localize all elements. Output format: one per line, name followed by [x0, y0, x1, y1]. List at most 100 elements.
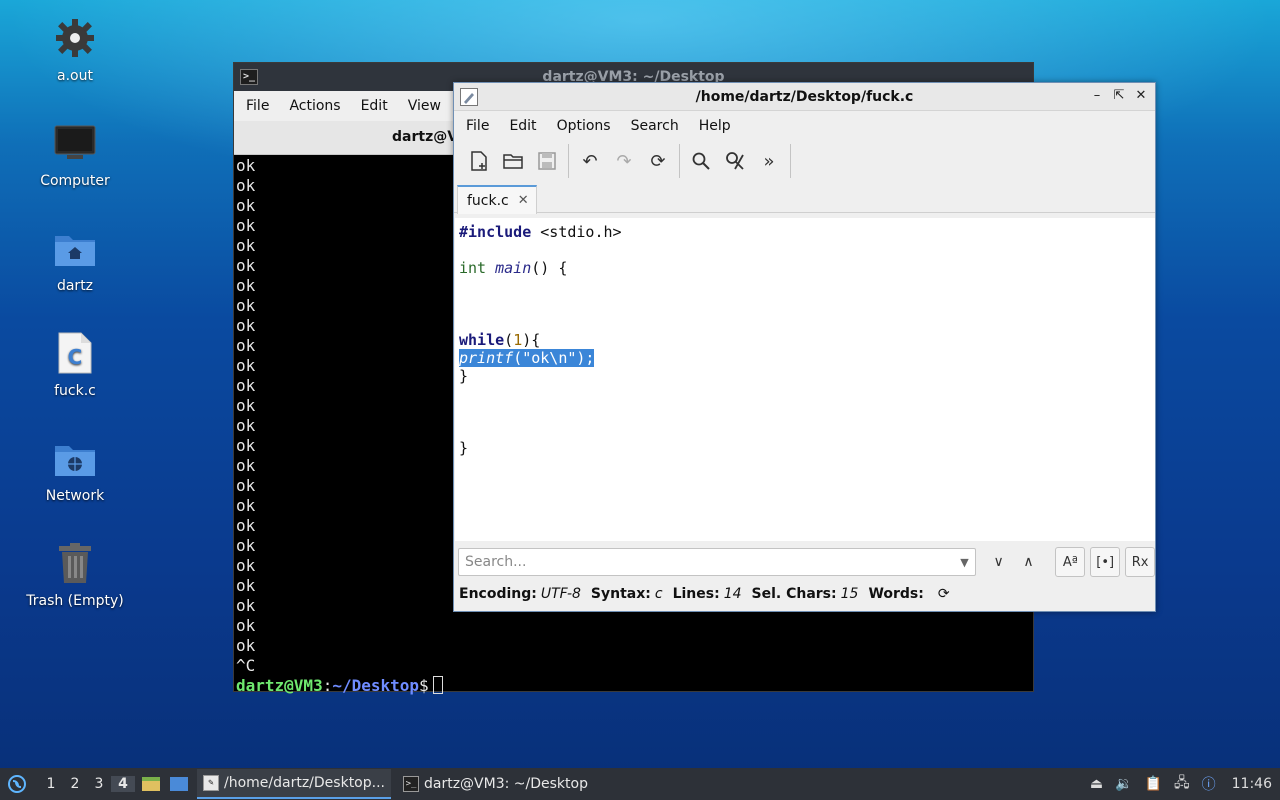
match-case-icon[interactable]: Aª [1055, 547, 1086, 577]
tab-fuck-c[interactable]: fuck.c ✕ [457, 185, 537, 214]
editor-menu-file[interactable]: File [456, 118, 499, 134]
desktop-icon-computer[interactable]: Computer [20, 119, 130, 209]
editor-app-icon [460, 87, 478, 106]
editor-title: /home/dartz/Desktop/fuck.c [695, 88, 914, 105]
tab-label: fuck.c [467, 192, 509, 209]
task-terminal-label: dartz@VM3: ~/Desktop [424, 776, 588, 792]
prompt-user: dartz@VM3 [236, 676, 323, 695]
code-editor-area[interactable]: #include <stdio.h> int main() { while(1)… [455, 218, 1155, 541]
search-placeholder: Search... [465, 554, 527, 570]
desktop-icon-trash[interactable]: Trash (Empty) [20, 539, 130, 629]
prompt-char: $ [419, 676, 429, 695]
toolbar-separator [679, 144, 680, 178]
terminal-task-icon: >_ [403, 776, 419, 792]
status-selchars-value: 15 [840, 586, 859, 602]
svg-text:C: C [68, 345, 83, 369]
regex-icon[interactable]: Rx [1125, 547, 1156, 577]
redo-icon[interactable]: ↷ [607, 145, 641, 177]
toolbar-separator [790, 144, 791, 178]
status-words-label: Words: [868, 586, 924, 602]
terminal-tab[interactable]: dartz@V [392, 129, 458, 145]
minimize-icon[interactable]: – [1089, 87, 1105, 105]
home-folder-icon [51, 224, 99, 272]
editor-titlebar[interactable]: /home/dartz/Desktop/fuck.c – ⇱ ✕ [454, 83, 1155, 111]
toolbar-separator [568, 144, 569, 178]
desktop-icon-label: fuck.c [54, 383, 96, 399]
code-line-3: int main() { [459, 259, 568, 277]
clock[interactable]: 11:46 [1232, 776, 1272, 792]
status-encoding-label: Encoding: [459, 586, 537, 602]
chevron-down-icon[interactable]: ▼ [960, 556, 968, 569]
open-folder-icon[interactable] [496, 145, 530, 177]
task-editor-label: /home/dartz/Desktop... [224, 775, 385, 791]
desktop-icon-label: Trash (Empty) [26, 593, 124, 609]
network-folder-icon [51, 434, 99, 482]
find-icon[interactable] [684, 145, 718, 177]
task-editor[interactable]: ✎ /home/dartz/Desktop... [197, 769, 391, 799]
status-syntax-label: Syntax: [590, 586, 651, 602]
editor-task-icon: ✎ [203, 775, 219, 791]
terminal-menu-file[interactable]: File [236, 98, 279, 114]
new-file-icon[interactable] [462, 145, 496, 177]
desktop-switch-2[interactable]: 2 [63, 776, 87, 792]
editor-menu-options[interactable]: Options [547, 118, 621, 134]
editor-menu-edit[interactable]: Edit [499, 118, 546, 134]
refresh-icon[interactable]: ⟳ [938, 586, 950, 602]
prompt-path: ~/Desktop [332, 676, 420, 695]
desktop-icon-label: dartz [56, 278, 94, 294]
tab-close-icon[interactable]: ✕ [518, 193, 529, 208]
terminal-menu-view[interactable]: View [398, 98, 451, 114]
update-notifier-icon[interactable]: ⓘ [1202, 774, 1216, 794]
desktop-icon-label: Network [45, 488, 105, 504]
find-replace-icon[interactable] [718, 145, 752, 177]
close-icon[interactable]: ✕ [1133, 87, 1149, 105]
taskbar: 1 2 3 4 ✎ /home/dartz/Desktop... >_ dart… [0, 768, 1280, 800]
desktop-icon-label: a.out [57, 68, 93, 84]
desktop-switch-3[interactable]: 3 [87, 776, 111, 792]
undo-icon[interactable]: ↶ [573, 145, 607, 177]
network-icon[interactable]: 🖧 [1174, 772, 1190, 796]
clipboard-icon[interactable]: 📋 [1145, 776, 1162, 792]
editor-menubar: File Edit Options Search Help [454, 111, 1155, 141]
code-line-13: } [459, 439, 469, 457]
task-terminal[interactable]: >_ dartz@VM3: ~/Desktop [397, 769, 594, 799]
status-selchars-label: Sel. Chars: [751, 586, 837, 602]
status-syntax-value: c [654, 586, 663, 602]
editor-window[interactable]: /home/dartz/Desktop/fuck.c – ⇱ ✕ File Ed… [453, 82, 1156, 612]
c-source-file-icon: C [51, 329, 99, 377]
search-input[interactable]: Search... ▼ [458, 548, 976, 576]
search-bar: Search... ▼ ∨ ∧ Aª [•] Rx [454, 544, 1156, 580]
volume-icon[interactable]: 🔉 [1115, 776, 1132, 792]
desktop-icon-aout[interactable]: a.out [20, 14, 130, 104]
go-to-line-icon[interactable]: » [752, 145, 786, 177]
whole-word-icon[interactable]: [•] [1090, 547, 1121, 577]
file-manager-launcher-icon[interactable] [139, 774, 163, 794]
terminal-menu-actions[interactable]: Actions [279, 98, 350, 114]
terminal-output-line: ^C [236, 656, 256, 675]
maximize-icon[interactable]: ⇱ [1111, 87, 1127, 105]
save-icon[interactable] [530, 145, 564, 177]
status-lines-value: 14 [723, 586, 742, 602]
editor-menu-help[interactable]: Help [689, 118, 741, 134]
desktop-switch-1[interactable]: 1 [39, 776, 63, 792]
trash-icon [51, 539, 99, 587]
code-line-1: #include <stdio.h> [459, 223, 622, 241]
editor-menu-search[interactable]: Search [621, 118, 689, 134]
show-desktop-icon[interactable] [167, 774, 191, 794]
status-encoding-value: UTF-8 [540, 586, 581, 602]
desktop-icon-label: Computer [40, 173, 110, 189]
monitor-icon [51, 119, 99, 167]
find-next-icon[interactable]: ∨ [984, 554, 1014, 570]
desktop-icon-dartz[interactable]: dartz [20, 224, 130, 314]
start-menu-icon[interactable] [3, 770, 31, 798]
desktop-icon-network[interactable]: Network [20, 434, 130, 524]
code-line-8-selected: printf("ok\n"); [459, 349, 595, 367]
terminal-output-line: ok [236, 616, 256, 635]
reload-icon[interactable]: ⟳ [641, 145, 675, 177]
terminal-menu-edit[interactable]: Edit [351, 98, 398, 114]
editor-toolbar: ↶ ↷ ⟳ » [454, 141, 1155, 181]
eject-icon[interactable]: ⏏ [1090, 776, 1103, 792]
find-previous-icon[interactable]: ∧ [1014, 554, 1044, 570]
desktop-icon-fuck-c[interactable]: C fuck.c [20, 329, 130, 419]
desktop-switch-4[interactable]: 4 [111, 776, 135, 792]
